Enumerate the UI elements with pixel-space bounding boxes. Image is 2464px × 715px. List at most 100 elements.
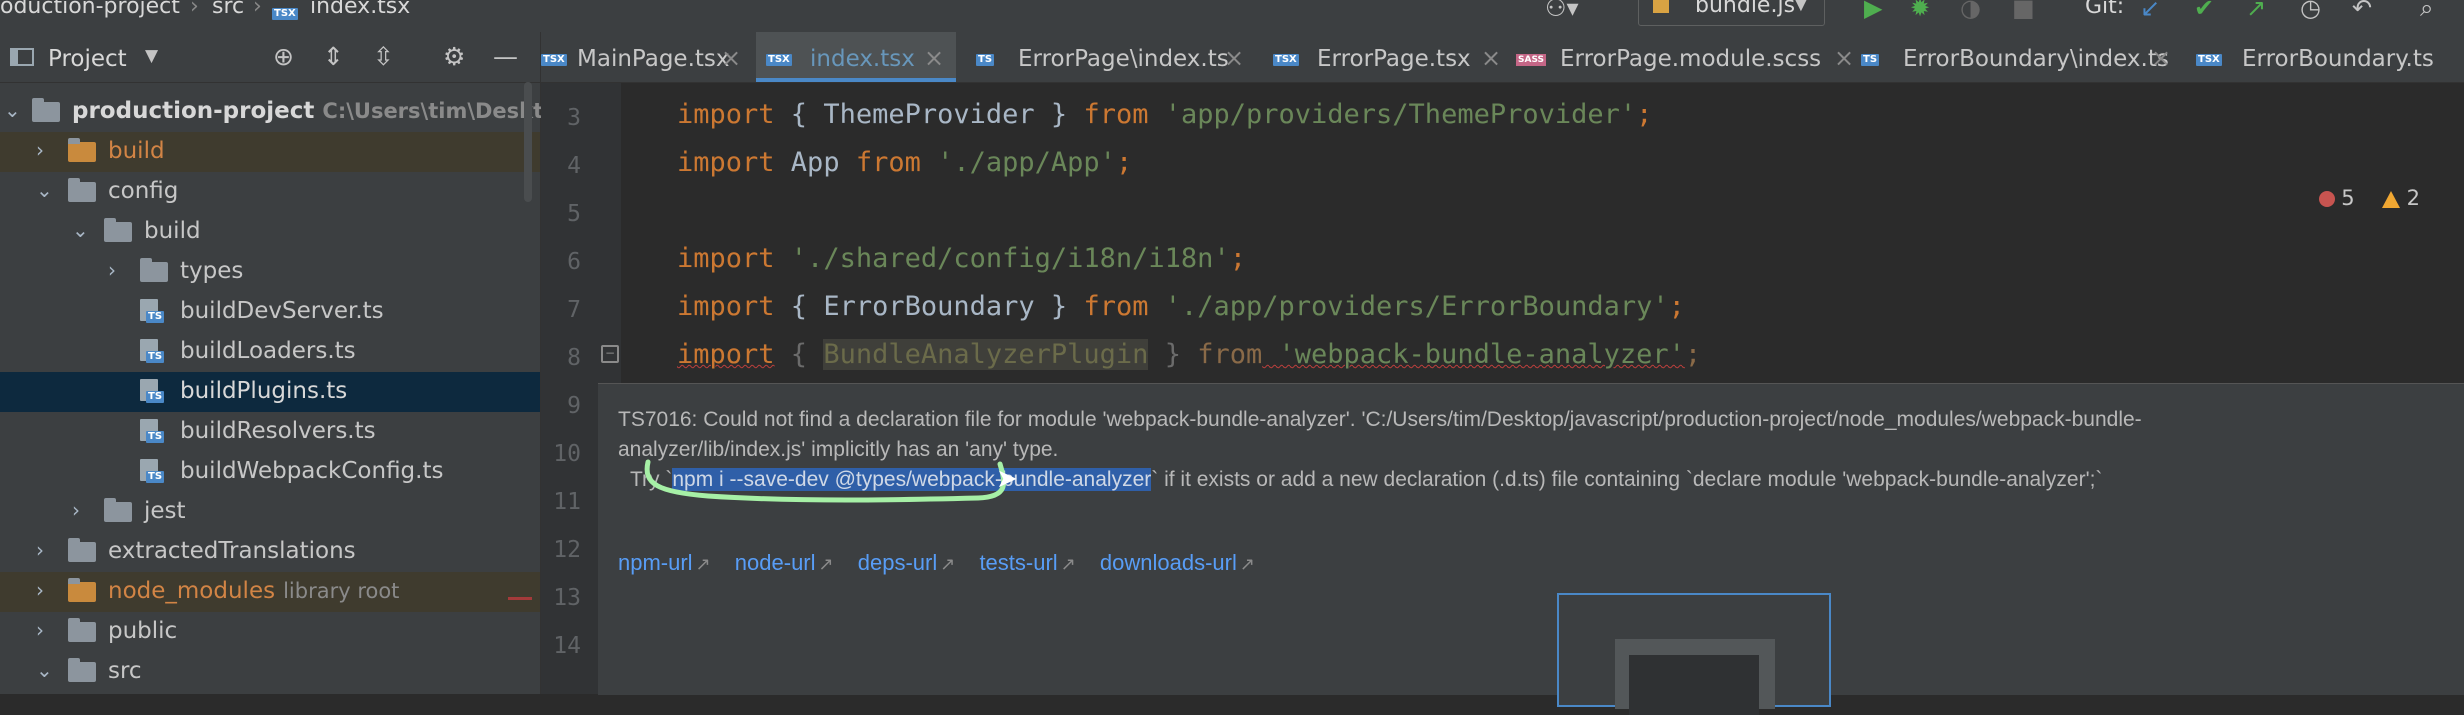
tree-item-buildresolvers[interactable]: TS buildResolvers.ts	[0, 412, 540, 452]
folder-icon	[140, 258, 168, 282]
run-configuration-select[interactable]: bundle.js ▼	[1638, 0, 1825, 26]
tree-item-buildloaders[interactable]: TS buildLoaders.ts	[0, 332, 540, 372]
tree-item-production-project[interactable]: ⌄ production-project C:\Users\tim\Desktop…	[0, 92, 580, 132]
close-icon[interactable]: ×	[1224, 44, 1244, 72]
folder-icon	[68, 138, 96, 162]
git-commit-icon[interactable]: ✔	[2194, 0, 2214, 22]
tab-mainpage[interactable]: TSX MainPage.tsx ×	[541, 32, 751, 82]
search-icon[interactable]: ⌕	[2420, 0, 2433, 22]
tree-item-extractedtranslations[interactable]: › extractedTranslations	[0, 532, 540, 572]
close-icon[interactable]: ×	[1481, 44, 1501, 72]
tree-item-build[interactable]: › build	[0, 132, 540, 172]
tab-errorpage-index[interactable]: TS ErrorPage\index.ts ×	[966, 32, 1256, 82]
tsx-file-icon: TSX	[272, 8, 298, 20]
tree-item-jest[interactable]: › jest	[0, 492, 540, 532]
code-string: 'app/providers/ThemeProvider'	[1148, 99, 1637, 130]
deps-url-link[interactable]: deps-url ↗	[858, 550, 956, 575]
tree-item-label: jest	[144, 498, 186, 524]
tree-item-src[interactable]: ⌄ src	[0, 652, 540, 692]
user-icon[interactable]: ⚇▾	[1545, 0, 1579, 22]
git-push-icon[interactable]: ↗	[2246, 0, 2266, 22]
breadcrumb-src[interactable]: src	[212, 0, 244, 19]
project-view-icon	[10, 48, 34, 66]
inspection-widget[interactable]: 5 2	[2318, 186, 2420, 210]
chevron-right-icon[interactable]: ›	[36, 138, 44, 162]
fold-icon[interactable]: −	[601, 345, 619, 363]
folder-icon	[68, 178, 96, 202]
locate-icon[interactable]: ⊕	[273, 42, 294, 71]
tab-label: ErrorBoundary.ts	[2242, 46, 2434, 72]
tab-index-tsx[interactable]: TSX index.tsx ×	[756, 32, 956, 82]
chevron-down-icon[interactable]: ⌄	[72, 218, 89, 242]
stop-icon[interactable]: ■	[2012, 0, 2035, 22]
mouse-cursor-icon: ➤	[996, 464, 1018, 494]
line-number: 5	[567, 201, 581, 227]
project-view-title[interactable]: Project	[48, 46, 127, 72]
close-icon[interactable]: ×	[924, 44, 944, 72]
line-number: 12	[553, 537, 581, 563]
tree-item-label: build	[108, 138, 165, 164]
run-icon[interactable]: ▶	[1864, 0, 1882, 22]
chevron-down-icon[interactable]: ⌄	[4, 98, 21, 122]
package-links: npm-url ↗ node-url ↗ deps-url ↗ tests-url ↗ …	[618, 550, 1273, 576]
chevron-right-icon[interactable]: ›	[36, 578, 44, 602]
chevron-down-icon[interactable]: ⌄	[36, 658, 53, 682]
tree-item-buildwebpackconfig[interactable]: TS buildWebpackConfig.ts	[0, 452, 540, 492]
code-punct: ;	[1668, 291, 1685, 322]
chevron-right-icon[interactable]: ›	[108, 258, 116, 282]
tsx-file-icon: TSX	[2196, 54, 2222, 66]
expand-all-icon[interactable]: ⇕	[323, 42, 344, 71]
profile-icon[interactable]: ◑	[1960, 0, 1981, 22]
project-scrollbar[interactable]	[524, 82, 532, 202]
close-icon[interactable]: ×	[721, 44, 741, 72]
gear-icon[interactable]: ⚙	[443, 42, 465, 71]
rollback-icon[interactable]: ↶	[2352, 0, 2372, 22]
folder-icon	[104, 218, 132, 242]
node-url-link[interactable]: node-url ↗	[735, 550, 834, 575]
tree-item-label: config	[108, 178, 179, 204]
tab-errorpage-scss[interactable]: SASS ErrorPage.module.scss ×	[1506, 32, 1866, 82]
chevron-right-icon[interactable]: ›	[72, 498, 80, 522]
close-icon[interactable]: ×	[2151, 44, 2171, 72]
breadcrumb-file[interactable]: index.tsx	[310, 0, 410, 19]
tree-item-public[interactable]: › public	[0, 612, 540, 652]
tree-item-types[interactable]: › types	[0, 252, 540, 292]
tests-url-link[interactable]: tests-url ↗	[979, 550, 1075, 575]
breadcrumb-separator: ›	[253, 0, 262, 19]
webcam-overlay-frame	[1557, 593, 1831, 715]
git-update-icon[interactable]: ↙	[2140, 0, 2160, 22]
chevron-right-icon[interactable]: ›	[36, 618, 44, 642]
tree-item-config[interactable]: ⌄ config	[0, 172, 540, 212]
code-keyword: from	[1083, 99, 1149, 130]
code-punct: ;	[1229, 243, 1246, 274]
collapse-all-icon[interactable]: ⇳	[373, 42, 394, 71]
npm-url-link[interactable]: npm-url ↗	[618, 550, 711, 575]
chevron-down-icon[interactable]: ▼	[145, 46, 158, 66]
tab-label: ErrorBoundary\index.ts	[1903, 46, 2169, 72]
chevron-down-icon[interactable]: ⌄	[36, 178, 53, 202]
tsx-file-icon: TSX	[766, 54, 792, 66]
hide-icon[interactable]: —	[493, 42, 518, 71]
git-label: Git:	[2085, 0, 2125, 19]
tree-item-build[interactable]: ⌄ build	[0, 212, 540, 252]
debug-icon[interactable]: ✹	[1910, 0, 1930, 22]
tab-errorboundary-tsx[interactable]: TSX ErrorBoundary.ts	[2186, 32, 2464, 82]
code-line-4: import App from './app/App';	[677, 147, 1132, 178]
code-keyword: import	[677, 291, 775, 322]
downloads-url-link[interactable]: downloads-url ↗	[1100, 550, 1255, 575]
code-line-7: import { ErrorBoundary } from './app/pro…	[677, 291, 1685, 322]
code-keyword: import	[677, 339, 775, 370]
chevron-right-icon[interactable]: ›	[36, 538, 44, 562]
code-identifier: BundleAnalyzerPlugin	[823, 339, 1149, 370]
tree-item-buildplugins[interactable]: TS buildPlugins.ts	[0, 372, 540, 412]
project-tool-window: Project ▼ ⊕ ⇕ ⇳ ⚙ — ⌄ production-project…	[0, 32, 580, 694]
tab-errorboundary-index[interactable]: TS ErrorBoundary\index.ts ×	[1851, 32, 2181, 82]
history-icon[interactable]: ◷	[2300, 0, 2321, 22]
tab-errorpage-tsx[interactable]: TSX ErrorPage.tsx ×	[1263, 32, 1513, 82]
tree-item-builddevserver[interactable]: TS buildDevServer.ts	[0, 292, 540, 332]
sass-file-icon: SASS	[1516, 54, 1547, 66]
breadcrumb-project[interactable]: oduction-project	[0, 0, 180, 19]
webcam-image-detail	[1629, 655, 1759, 715]
tsx-file-icon: TSX	[541, 54, 567, 66]
tree-item-node-modules[interactable]: › node_modules library root	[0, 572, 540, 612]
